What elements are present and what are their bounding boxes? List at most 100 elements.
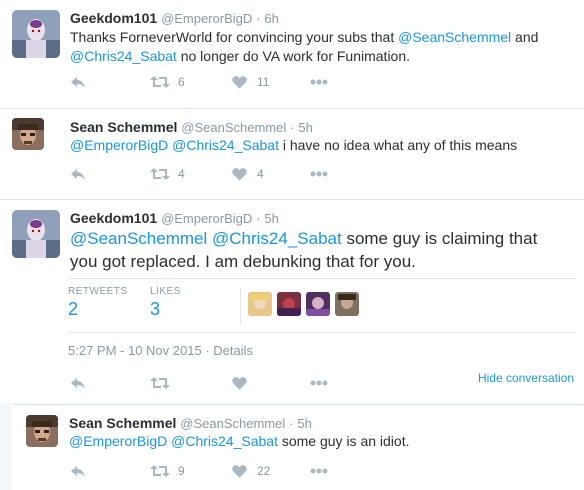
- liker-avatar[interactable]: [335, 292, 359, 316]
- retweet-button[interactable]: 6: [150, 72, 185, 92]
- reply-icon: [71, 77, 85, 88]
- display-name[interactable]: Sean Schemmel: [69, 415, 176, 431]
- stats-divider-top: [68, 278, 576, 279]
- mention-link[interactable]: @Chris24_Sabat: [171, 433, 278, 449]
- like-button[interactable]: 4: [232, 164, 264, 184]
- tweet-actions: 4 4: [70, 164, 470, 184]
- mention-link[interactable]: @Chris24_Sabat: [212, 229, 342, 248]
- tweet-actions: [70, 373, 470, 393]
- tweet-time[interactable]: 5h: [297, 416, 311, 431]
- likes-value: 3: [150, 299, 161, 319]
- avatar-image: [26, 415, 58, 447]
- mention-link[interactable]: @Chris24_Sabat: [70, 48, 177, 64]
- avatar[interactable]: [26, 415, 58, 447]
- liker-avatar[interactable]: [277, 292, 301, 316]
- mention-link[interactable]: @EmperorBigD: [69, 433, 167, 449]
- avatar-image: [12, 210, 60, 258]
- likers-avatars: [248, 292, 368, 316]
- more-button[interactable]: [310, 164, 328, 184]
- retweet-icon: [150, 76, 170, 88]
- more-button[interactable]: [310, 72, 328, 92]
- likes-label: LIKES: [150, 286, 181, 297]
- like-button[interactable]: [232, 373, 247, 393]
- retweet-count: 9: [178, 464, 185, 478]
- details-link[interactable]: Details: [213, 343, 253, 358]
- reply-button[interactable]: [70, 461, 86, 481]
- retweet-button[interactable]: 9: [150, 461, 185, 481]
- display-name[interactable]: Geekdom101: [70, 210, 157, 226]
- retweets-value: 2: [68, 299, 79, 319]
- heart-icon: [232, 377, 247, 390]
- more-icon: [310, 468, 328, 474]
- user-handle[interactable]: @SeanSchemmel: [180, 416, 285, 431]
- mention-link[interactable]: @SeanSchemmel: [70, 229, 207, 248]
- user-handle[interactable]: @EmperorBigD: [161, 211, 252, 226]
- liker-avatar[interactable]: [306, 292, 330, 316]
- tweet-actions: 6 11: [70, 72, 470, 92]
- like-count: 22: [257, 464, 271, 478]
- tweet-timestamp-row: 5:27 PM - 10 Nov 2015 · Details: [68, 343, 253, 358]
- tweet-4-reply[interactable]: Sean Schemmel @SeanSchemmel · 5h @Empero…: [12, 404, 584, 490]
- display-name[interactable]: Geekdom101: [70, 10, 157, 26]
- hide-conversation-link[interactable]: Hide conversation: [478, 371, 574, 385]
- retweet-button[interactable]: 4: [150, 164, 185, 184]
- more-button[interactable]: [310, 373, 328, 393]
- reply-icon: [71, 466, 85, 477]
- reply-button[interactable]: [70, 164, 86, 184]
- tweet-2[interactable]: Sean Schemmel @SeanSchemmel · 5h @Empero…: [0, 109, 584, 199]
- like-button[interactable]: 11: [232, 72, 269, 92]
- tweet-text: @EmperorBigD @Chris24_Sabat i have no id…: [70, 136, 570, 155]
- like-count: 11: [257, 75, 270, 89]
- tweet-time[interactable]: 5h: [298, 120, 312, 135]
- separator-dot: ·: [256, 211, 261, 226]
- liker-avatar-image: [306, 292, 330, 316]
- retweet-count: 4: [178, 167, 185, 181]
- tweet-text-part: some guy is an idiot.: [277, 433, 410, 449]
- reply-icon: [71, 169, 85, 180]
- tweet-text-part: and: [511, 29, 539, 45]
- tweet-time[interactable]: 5h: [264, 211, 278, 226]
- tweet-text: @SeanSchemmel @Chris24_Sabat some guy is…: [70, 227, 550, 273]
- avatar[interactable]: [12, 118, 44, 150]
- liker-avatar[interactable]: [248, 292, 272, 316]
- mention-link[interactable]: @EmperorBigD: [70, 137, 168, 153]
- like-button[interactable]: 22: [232, 461, 270, 481]
- more-icon: [310, 79, 328, 85]
- tweet-stats: RETWEETS 2 LIKES 3: [68, 284, 576, 332]
- display-name[interactable]: Sean Schemmel: [70, 119, 177, 135]
- stats-divider-bottom: [68, 332, 576, 333]
- separator-dot: ·: [205, 343, 210, 358]
- retweets-stat[interactable]: RETWEETS 2: [68, 286, 128, 320]
- more-icon: [310, 171, 328, 177]
- tweet-1[interactable]: Geekdom101 @EmperorBigD · 6h Thanks Forn…: [0, 0, 584, 108]
- heart-icon: [232, 76, 247, 89]
- tweet-timestamp[interactable]: 5:27 PM - 10 Nov 2015: [68, 343, 202, 358]
- likes-stat[interactable]: LIKES 3: [150, 286, 181, 320]
- separator-dot: ·: [256, 11, 261, 26]
- heart-icon: [232, 168, 247, 181]
- more-icon: [310, 380, 328, 386]
- user-handle[interactable]: @EmperorBigD: [161, 11, 252, 26]
- avatar-image: [12, 118, 44, 150]
- more-button[interactable]: [310, 461, 328, 481]
- avatar[interactable]: [12, 210, 60, 258]
- stats-separator: [240, 288, 241, 324]
- avatar[interactable]: [12, 10, 60, 58]
- retweet-count: 6: [178, 75, 185, 89]
- mention-link[interactable]: @Chris24_Sabat: [172, 137, 279, 153]
- mention-link[interactable]: @SeanSchemmel: [398, 29, 511, 45]
- tweet-text-part: no longer do VA work for Funimation.: [176, 48, 411, 64]
- tweet-text-part: i have no idea what any of this means: [278, 137, 518, 153]
- avatar-image: [12, 10, 60, 58]
- user-handle[interactable]: @SeanSchemmel: [181, 120, 286, 135]
- retweet-button[interactable]: [150, 373, 170, 393]
- liker-avatar-image: [248, 292, 272, 316]
- liker-avatar-image: [335, 292, 359, 316]
- liker-avatar-image: [277, 292, 301, 316]
- heart-icon: [232, 465, 247, 478]
- tweet-time[interactable]: 6h: [264, 11, 278, 26]
- tweet-actions: 9 22: [70, 461, 470, 481]
- reply-button[interactable]: [70, 72, 86, 92]
- tweet-text: @EmperorBigD @Chris24_Sabat some guy is …: [69, 432, 569, 451]
- reply-button[interactable]: [70, 373, 86, 393]
